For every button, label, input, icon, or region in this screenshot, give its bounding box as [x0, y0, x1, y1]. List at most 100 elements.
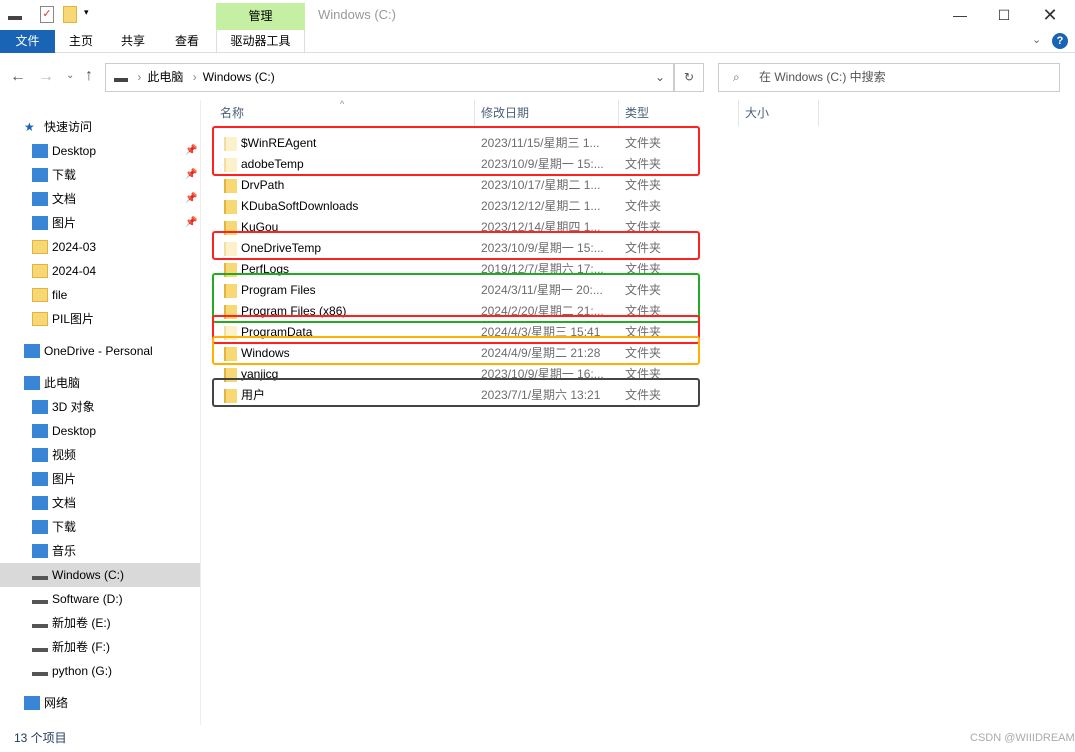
search-icon: ⌕ — [733, 70, 740, 84]
network-icon — [24, 696, 40, 710]
file-type: 文件夹 — [625, 199, 662, 213]
nav-item[interactable]: python (G:) — [0, 659, 200, 683]
drive-icon — [32, 640, 48, 652]
chevron-down-icon[interactable]: ⌄ — [655, 64, 665, 91]
breadcrumb-drive[interactable]: Windows (C:) — [203, 70, 275, 84]
nav-item[interactable]: 图片 — [0, 467, 200, 491]
file-row[interactable]: KDubaSoftDownloads 2023/12/12/星期二 1... 文件夹 — [210, 196, 700, 217]
maximize-button[interactable]: ☐ — [981, 0, 1027, 30]
pin-icon[interactable]: 📌 — [185, 211, 197, 235]
nav-item-label: 2024-04 — [52, 264, 97, 278]
nav-item[interactable]: Desktop 📌 — [0, 139, 200, 163]
file-name: KDubaSoftDownloads — [241, 199, 359, 213]
drive-icon — [32, 592, 48, 604]
folder-icon — [224, 200, 237, 214]
sort-ascending-icon: ^ — [340, 99, 345, 109]
video-icon — [32, 448, 48, 462]
tab-manage[interactable]: 管理 — [216, 3, 305, 30]
download-icon — [32, 168, 48, 182]
nav-item-label: 文档 — [52, 192, 77, 206]
nav-item[interactable]: 2024-04 — [0, 259, 200, 283]
nav-item[interactable]: 此电脑 — [0, 371, 200, 395]
annotation-box — [212, 378, 700, 407]
nav-item-label: 快速访问 — [44, 120, 93, 134]
nav-item[interactable]: OneDrive - Personal — [0, 339, 200, 363]
address-bar[interactable]: › 此电脑 › Windows (C:) ⌄ — [105, 63, 674, 92]
column-header-type[interactable]: 类型 — [619, 100, 739, 126]
column-header-name[interactable]: 名称 ^ — [210, 99, 475, 126]
breadcrumb-this-pc[interactable]: 此电脑 — [147, 70, 183, 84]
folder-icon — [32, 240, 48, 254]
recent-locations-button[interactable]: ⌄ — [66, 70, 74, 81]
folder-icon — [32, 288, 48, 302]
close-button[interactable]: ✕ — [1027, 0, 1073, 30]
refresh-button[interactable]: ↻ — [674, 63, 704, 92]
watermark: CSDN @WIIIDREAM — [970, 732, 1075, 744]
customize-toolbar-icon[interactable]: ▾ — [84, 7, 89, 18]
file-date: 2023/10/17/星期二 1... — [481, 178, 601, 192]
properties-icon[interactable]: ✓ — [40, 6, 54, 23]
nav-item[interactable]: 网络 — [0, 691, 200, 715]
pin-icon[interactable]: 📌 — [185, 139, 197, 163]
folder-icon — [32, 312, 48, 326]
chevron-right-icon: › — [137, 70, 142, 84]
nav-item-label: 图片 — [52, 216, 77, 230]
nav-item[interactable]: Software (D:) — [0, 587, 200, 611]
back-button[interactable]: ← — [10, 68, 26, 86]
nav-item[interactable]: 下载 — [0, 515, 200, 539]
pin-icon[interactable]: 📌 — [185, 187, 197, 211]
nav-item[interactable]: 文档 — [0, 491, 200, 515]
pin-icon[interactable]: 📌 — [185, 163, 197, 187]
nav-item-label: 网络 — [44, 696, 69, 710]
tab-drive-tools[interactable]: 驱动器工具 — [216, 30, 305, 53]
nav-item-label: Windows (C:) — [52, 568, 125, 582]
nav-item[interactable]: 2024-03 — [0, 235, 200, 259]
nav-item-label: Desktop — [52, 424, 97, 438]
expand-ribbon-icon[interactable]: ⌄ — [1032, 33, 1041, 46]
tab-view[interactable]: 查看 — [160, 30, 214, 53]
column-header-date[interactable]: 修改日期 — [475, 100, 619, 126]
cloud-icon — [24, 344, 40, 358]
search-input[interactable]: ⌕ 在 Windows (C:) 中搜索 — [718, 63, 1060, 92]
nav-item-label: Software (D:) — [52, 592, 123, 606]
column-header-size[interactable]: 大小 — [739, 100, 819, 126]
nav-item[interactable]: 视频 — [0, 443, 200, 467]
search-placeholder: 在 Windows (C:) 中搜索 — [759, 70, 886, 84]
nav-item-label: file — [52, 288, 68, 302]
status-item-count: 13 个项目 — [14, 731, 67, 745]
nav-item[interactable]: 新加卷 (F:) — [0, 635, 200, 659]
nav-item[interactable]: Windows (C:) — [0, 563, 200, 587]
nav-item-label: 3D 对象 — [52, 400, 95, 414]
drive-icon — [32, 568, 48, 580]
nav-item[interactable]: 下载 📌 — [0, 163, 200, 187]
tab-home[interactable]: 主页 — [55, 30, 107, 53]
drive-icon — [8, 8, 22, 20]
nav-item[interactable]: file — [0, 283, 200, 307]
nav-item[interactable]: PIL图片 — [0, 307, 200, 331]
drive-icon — [32, 616, 48, 628]
new-folder-icon[interactable] — [63, 6, 77, 23]
tab-file[interactable]: 文件 — [0, 30, 55, 53]
nav-item[interactable]: Desktop — [0, 419, 200, 443]
forward-button[interactable]: → — [38, 68, 54, 86]
help-icon[interactable]: ? — [1052, 33, 1068, 49]
window-title: Windows (C:) — [318, 7, 397, 22]
nav-item[interactable]: ★ 快速访问 — [0, 115, 200, 139]
file-date: 2023/12/12/星期二 1... — [481, 199, 601, 213]
up-button[interactable]: ↑ — [85, 67, 93, 85]
nav-item-label: 图片 — [52, 472, 77, 486]
file-row[interactable]: DrvPath 2023/10/17/星期二 1... 文件夹 — [210, 175, 700, 196]
nav-item-label: 音乐 — [52, 544, 77, 558]
nav-item-label: 下载 — [52, 168, 77, 182]
file-type: 文件夹 — [625, 178, 662, 192]
folder-icon — [32, 264, 48, 278]
nav-item[interactable]: 音乐 — [0, 539, 200, 563]
nav-item[interactable]: 文档 📌 — [0, 187, 200, 211]
minimize-button[interactable]: — — [937, 0, 983, 30]
nav-item[interactable]: 3D 对象 — [0, 395, 200, 419]
nav-item[interactable]: 图片 📌 — [0, 211, 200, 235]
pane-divider[interactable] — [200, 100, 201, 725]
tab-share[interactable]: 共享 — [107, 30, 159, 53]
nav-item[interactable]: 新加卷 (E:) — [0, 611, 200, 635]
file-name: DrvPath — [241, 178, 285, 192]
